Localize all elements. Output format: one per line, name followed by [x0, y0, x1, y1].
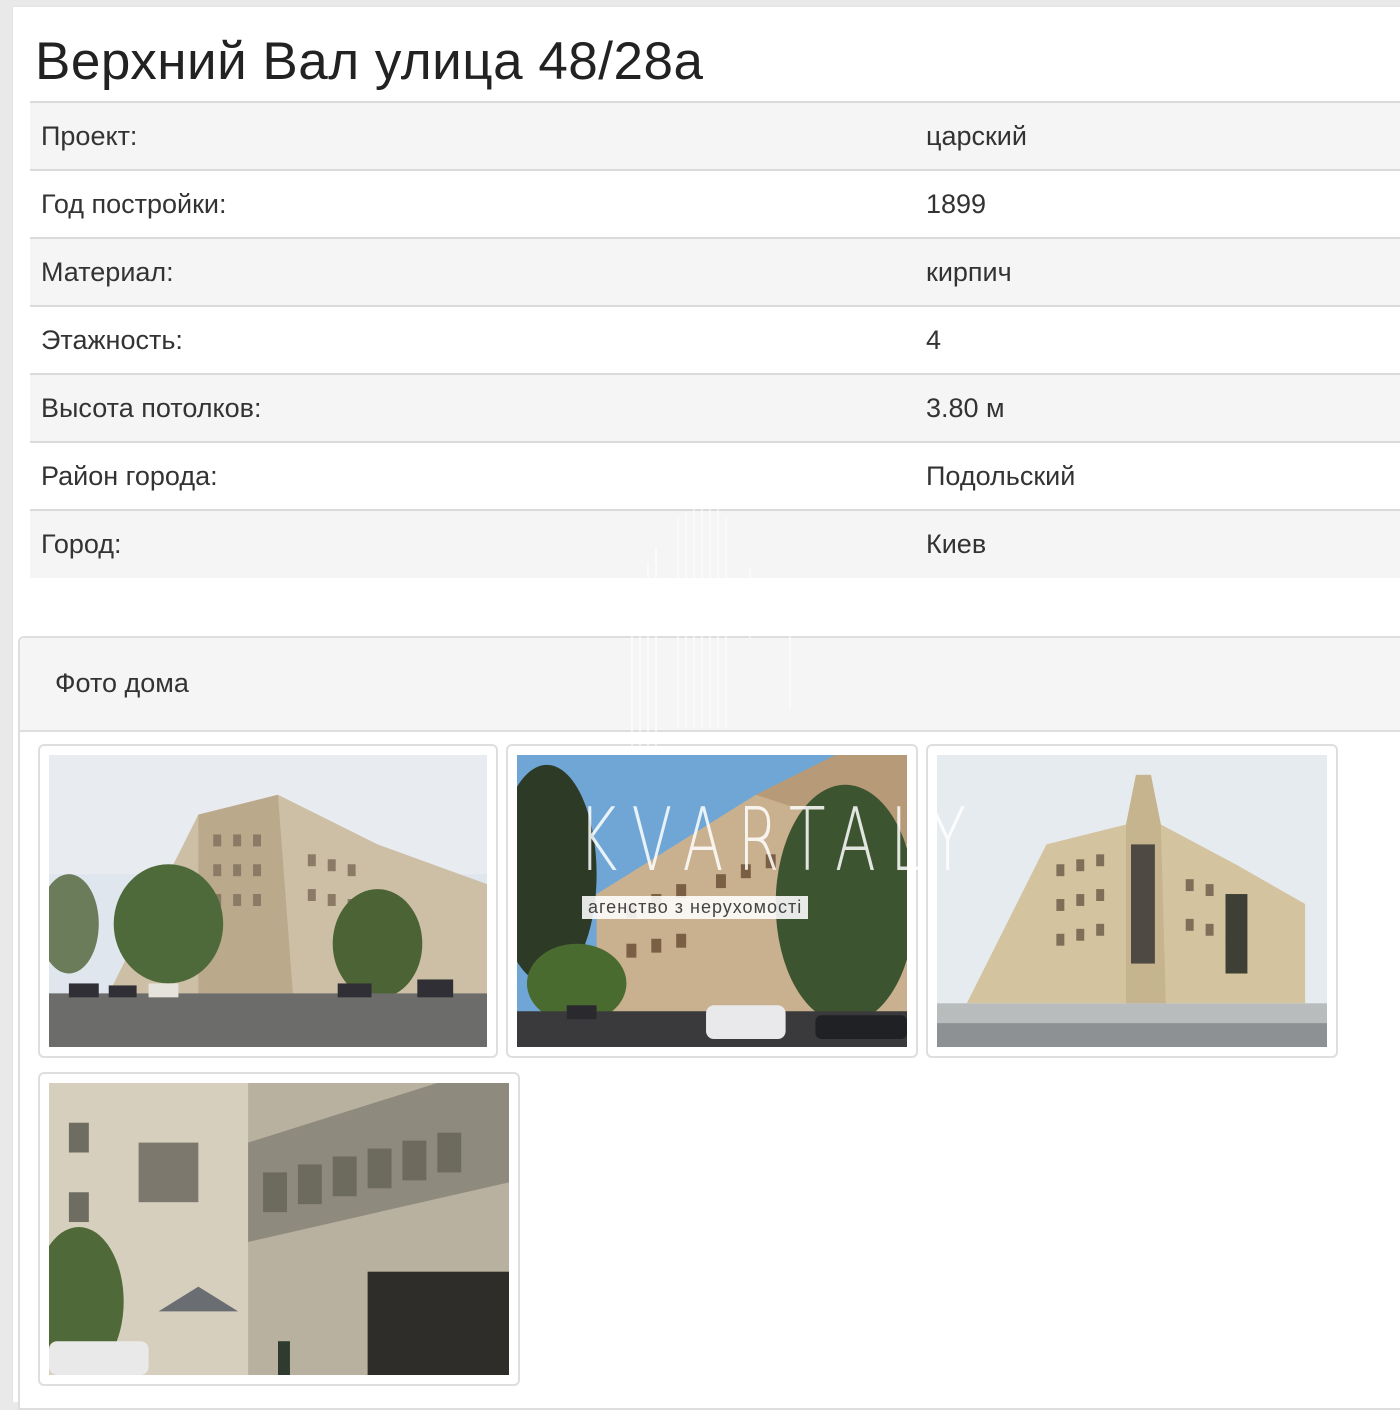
property-label: Год постройки:: [41, 188, 227, 219]
building-photo-image: [49, 1083, 509, 1375]
property-value: 4: [926, 324, 942, 355]
table-row: Этажность: 4: [30, 306, 1400, 374]
property-value: Киев: [926, 529, 987, 559]
photos-heading: Фото дома: [55, 668, 189, 698]
property-value: царский: [926, 120, 1027, 151]
property-label: Материал:: [41, 256, 174, 287]
property-value: 1899: [926, 188, 987, 219]
building-photo-image: [517, 755, 907, 1047]
property-label: Город:: [41, 529, 122, 559]
table-row: Год постройки: 1899: [30, 170, 1400, 238]
photo-thumbnail-1[interactable]: [38, 744, 498, 1058]
table-row: Материал: кирпич: [30, 238, 1400, 306]
property-label: Этажность:: [41, 324, 183, 355]
table-row: Проект: царский: [30, 102, 1400, 170]
table-row: Высота потолков: 3.80 м: [30, 374, 1400, 442]
photos-panel-header: Фото дома: [20, 638, 1400, 732]
building-photo-image: [937, 755, 1327, 1047]
table-row: Район города: Подольский: [30, 442, 1400, 510]
page-title: Верхний Вал улица 48/28а: [35, 32, 704, 91]
photo-thumbnail-2[interactable]: [506, 744, 918, 1058]
table-row: Город: Киев: [30, 510, 1400, 578]
building-photo-image: [49, 755, 487, 1047]
property-label: Район города:: [41, 460, 218, 491]
property-value: 3.80 м: [926, 392, 1005, 423]
property-value: Подольский: [926, 460, 1076, 491]
property-label: Высота потолков:: [41, 392, 262, 423]
properties-table: Проект: царский Год постройки: 1899 Мате…: [30, 101, 1400, 578]
property-label: Проект:: [41, 120, 138, 151]
photo-thumbnail-4[interactable]: [38, 1072, 520, 1386]
property-value: кирпич: [926, 256, 1012, 287]
photo-thumbnail-3[interactable]: [926, 744, 1338, 1058]
